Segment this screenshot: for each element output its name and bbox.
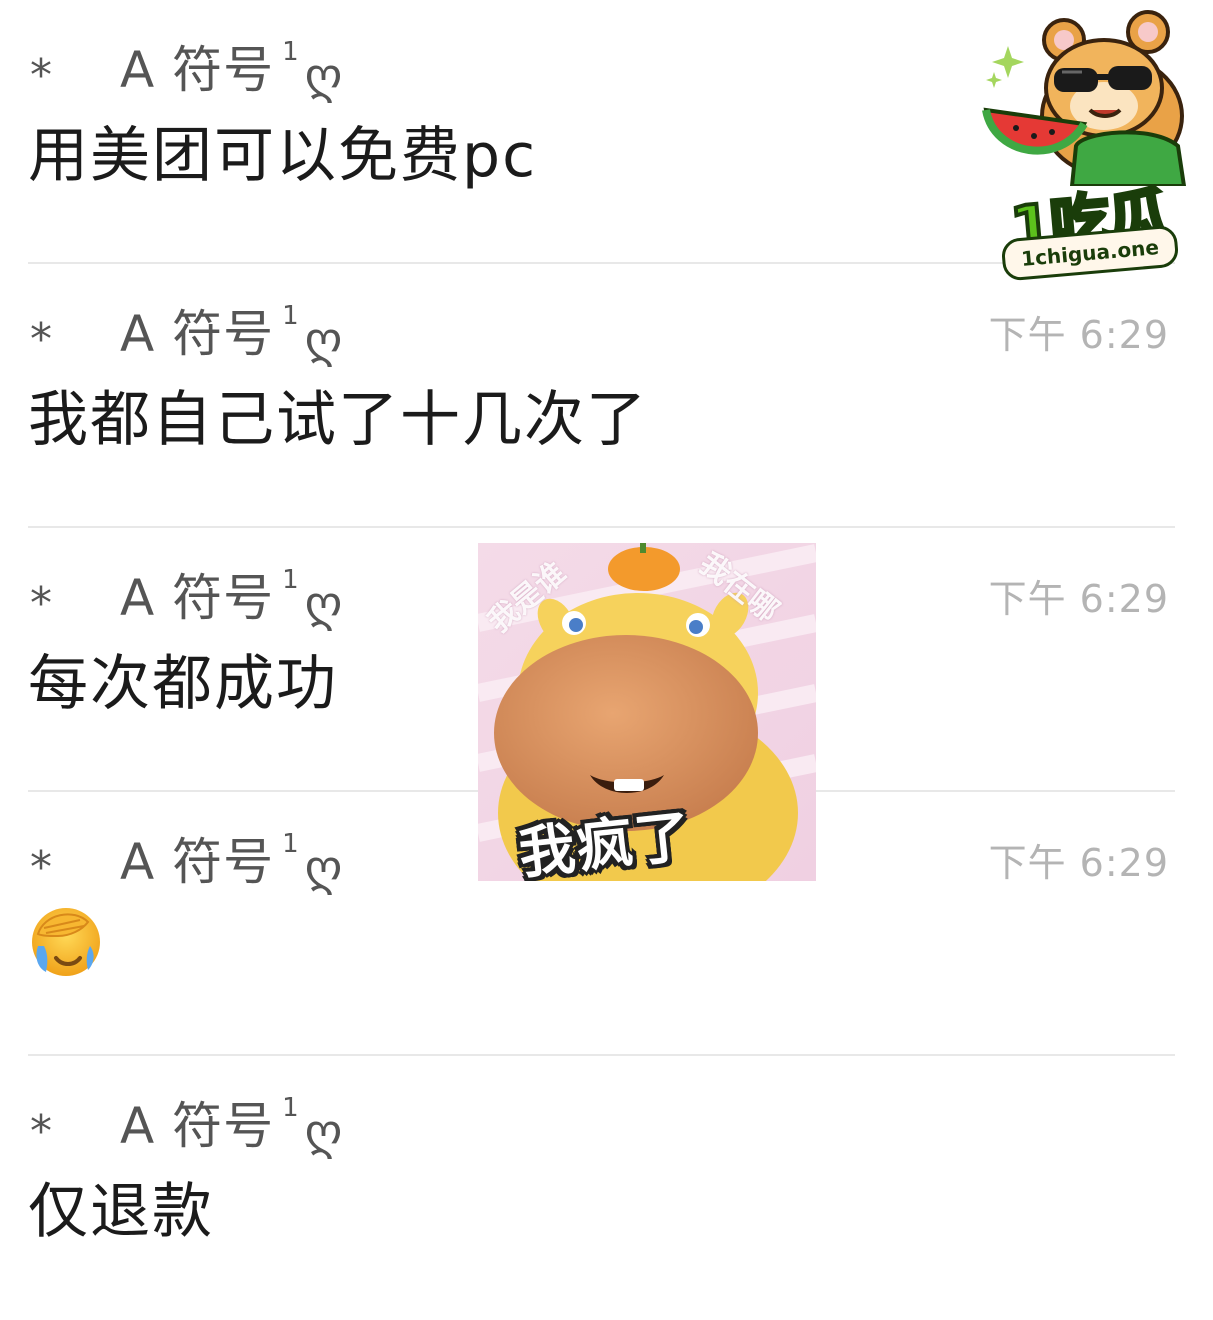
star-icon: *	[30, 842, 52, 893]
timestamp: 下午 6:29	[988, 313, 1169, 357]
star-icon: *	[30, 1106, 52, 1157]
sender-header: * A 符号 1 ღ	[30, 565, 342, 632]
watermark-logo: 1吃瓜 1chigua.one	[972, 6, 1204, 282]
star-icon: *	[30, 578, 52, 629]
sender-glyph: ღ	[304, 48, 343, 104]
sender-superscript: 1	[282, 37, 299, 67]
sender-header: * A 符号 1 ღ	[30, 829, 342, 896]
sender-name[interactable]: A 符号	[120, 309, 274, 359]
star-icon: *	[30, 50, 52, 101]
timestamp: 下午 6:29	[988, 577, 1169, 621]
sender-superscript: 1	[282, 301, 299, 331]
sender-header: * A 符号 1 ღ	[30, 37, 342, 104]
sender-glyph: ღ	[304, 576, 343, 632]
sender-glyph: ღ	[304, 1104, 343, 1160]
chat-message[interactable]: * A 符号 1 ღ 下午 6:29 我都自己试了十几次了	[0, 264, 1213, 528]
sender-superscript: 1	[282, 565, 299, 595]
facepalm-crying-emoji-icon	[32, 908, 100, 976]
message-text: 仅退款	[28, 1177, 214, 1247]
sender-glyph: ღ	[304, 312, 343, 368]
message-text: 用美团可以免费pc	[28, 121, 538, 191]
timestamp: 下午 6:29	[988, 841, 1169, 885]
sticker-image[interactable]: 我是谁 我在哪 我疯了	[478, 543, 816, 881]
message-text: 我都自己试了十几次了	[28, 385, 648, 455]
sender-name[interactable]: A 符号	[120, 45, 274, 95]
message-text: 每次都成功	[28, 649, 338, 719]
star-icon: *	[30, 314, 52, 365]
sender-glyph: ღ	[304, 840, 343, 896]
sender-name[interactable]: A 符号	[120, 1101, 274, 1151]
sender-name[interactable]: A 符号	[120, 573, 274, 623]
sender-header: * A 符号 1 ღ	[30, 301, 342, 368]
sender-name[interactable]: A 符号	[120, 837, 274, 887]
chat-message[interactable]: * A 符号 1 ღ 仅退款	[0, 1056, 1213, 1320]
sender-header: * A 符号 1 ღ	[30, 1093, 342, 1160]
hamster-mascot-icon	[982, 10, 1187, 186]
sender-superscript: 1	[282, 829, 299, 859]
sender-superscript: 1	[282, 1093, 299, 1123]
